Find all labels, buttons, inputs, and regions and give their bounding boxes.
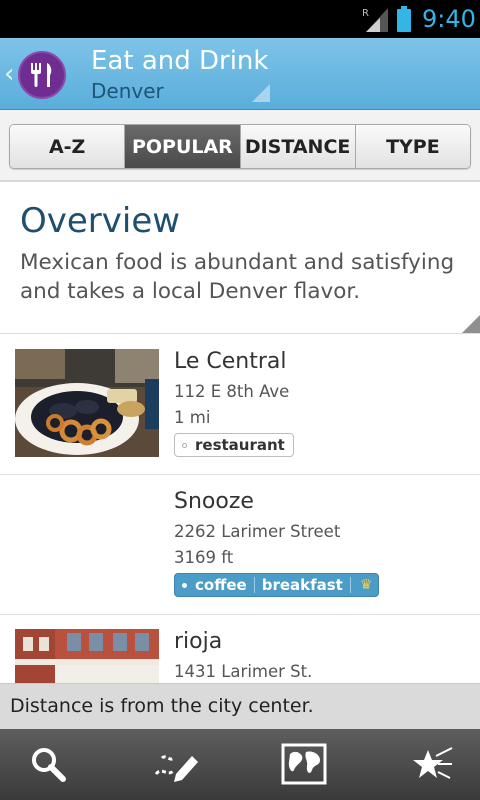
notes-button[interactable] [148, 739, 204, 789]
category-tag[interactable]: restaurant [174, 433, 294, 457]
battery-icon [397, 6, 411, 32]
tag-icon [182, 583, 187, 588]
tag-separator [349, 577, 351, 593]
overview-body: Mexican food is abundant and satisfying … [20, 250, 455, 304]
screen-title: Eat and Drink [91, 46, 269, 76]
list-item[interactable]: Snooze 2262 Larimer Street 3169 ft coffe… [0, 475, 480, 615]
favorites-star-icon [413, 747, 453, 779]
category-tag-featured[interactable]: coffee breakfast ♛ [174, 573, 380, 597]
tag-label: restaurant [195, 436, 285, 454]
search-icon [32, 748, 66, 782]
bottom-nav [0, 729, 480, 800]
map-icon [281, 743, 327, 785]
city-subtitle[interactable]: Denver [91, 78, 164, 104]
sort-tabs-row: A-Z POPULAR DISTANCE TYPE [0, 110, 480, 182]
search-button[interactable] [20, 739, 76, 789]
place-address: 112 E 8th Ave [174, 382, 290, 401]
tab-distance[interactable]: DISTANCE [240, 125, 356, 168]
tab-type[interactable]: TYPE [355, 125, 470, 168]
favorites-button[interactable] [404, 739, 460, 789]
place-distance: 1 mi [174, 408, 211, 427]
place-thumbnail [15, 349, 159, 457]
tab-a-z[interactable]: A-Z [10, 125, 126, 168]
fork-knife-icon [31, 63, 52, 87]
pencil-note-icon [154, 755, 198, 782]
map-button[interactable] [276, 739, 332, 789]
spinner-arrow-icon[interactable] [252, 84, 270, 102]
crown-icon: ♛ [359, 577, 373, 593]
distance-note: Distance is from the city center. [10, 695, 314, 717]
app-icon[interactable] [18, 51, 66, 99]
status-clock: 9:40 [422, 5, 476, 33]
action-bar: ‹ Eat and Drink Denver [0, 38, 480, 110]
tag-separator [253, 577, 255, 593]
place-distance: 3169 ft [174, 548, 234, 567]
back-chevron-icon[interactable]: ‹ [4, 60, 14, 88]
tab-popular[interactable]: POPULAR [125, 125, 241, 168]
place-address: 2262 Larimer Street [174, 522, 341, 541]
place-name: Snooze [174, 489, 254, 514]
tag-icon [182, 443, 187, 448]
sort-tabs: A-Z POPULAR DISTANCE TYPE [9, 124, 471, 169]
info-bar: Distance is from the city center. [0, 683, 480, 729]
overview-heading: Overview [20, 201, 181, 241]
expand-corner-icon[interactable] [462, 315, 480, 333]
status-bar: R 9:40 [0, 0, 480, 38]
list-item[interactable]: Le Central 112 E 8th Ave 1 mi restaurant [0, 335, 480, 475]
overview-section[interactable]: Overview Mexican food is abundant and sa… [0, 184, 480, 334]
roaming-indicator: R [362, 8, 369, 19]
food-plate-photo [15, 349, 159, 457]
tag-label: coffee [195, 576, 247, 594]
signal-icon: R [362, 8, 388, 32]
tag-label: breakfast [261, 576, 343, 594]
place-name: Le Central [174, 349, 287, 374]
place-address: 1431 Larimer St. [174, 662, 313, 681]
place-name: rioja [174, 629, 223, 654]
